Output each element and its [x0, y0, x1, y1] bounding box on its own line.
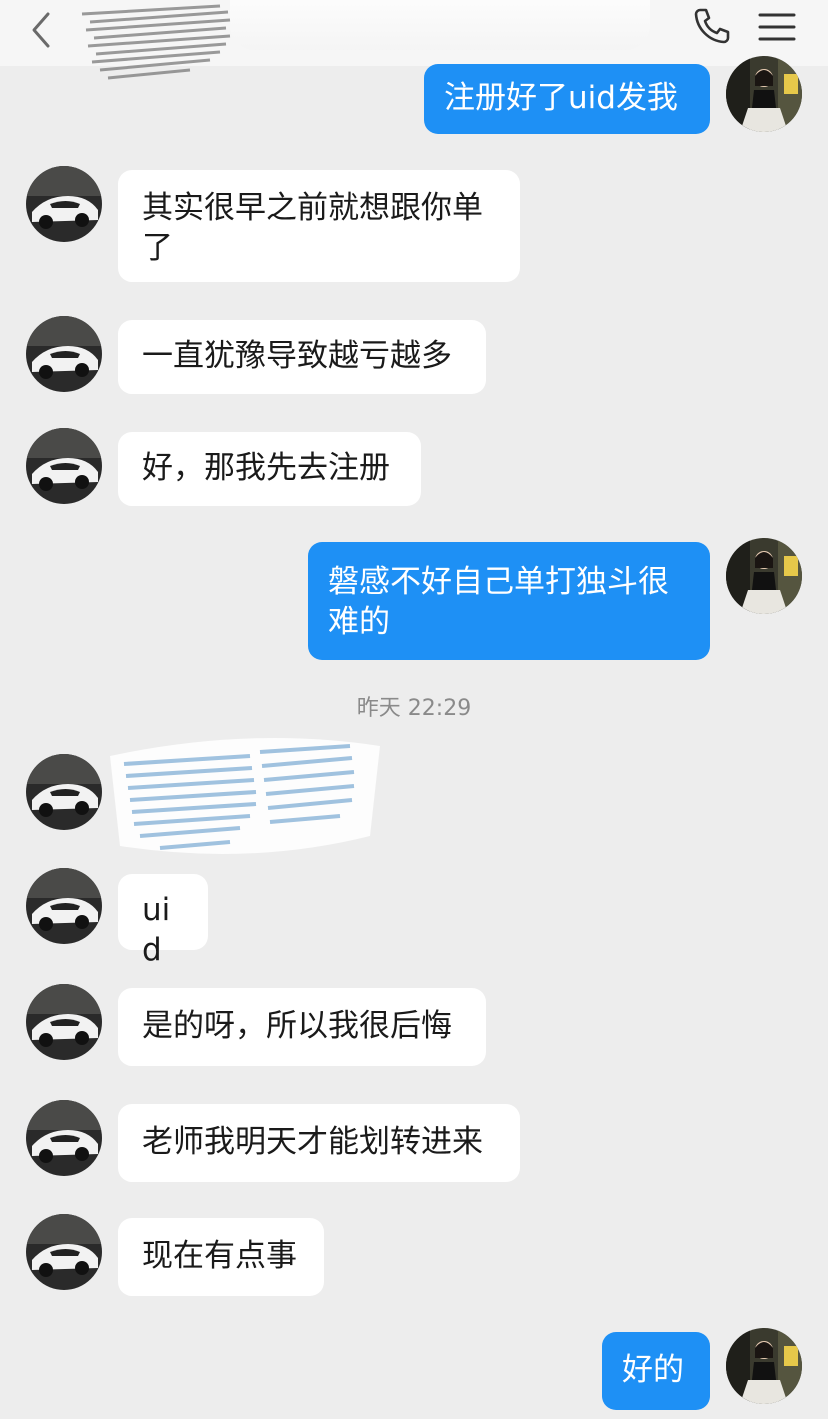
my-avatar[interactable]	[726, 1328, 802, 1404]
contact-avatar[interactable]	[26, 1214, 102, 1290]
message-bubble-outgoing: 注册好了uid发我	[424, 64, 710, 134]
woman-portrait-icon	[726, 56, 802, 132]
message-bubble-incoming: uid	[118, 874, 208, 968]
menu-button[interactable]	[756, 10, 798, 44]
car-avatar-icon	[26, 868, 102, 944]
message-bubble-incoming: 一直犹豫导致越亏越多	[118, 320, 486, 394]
my-avatar[interactable]	[726, 56, 802, 132]
message-bubble-outgoing: 好的	[602, 1332, 710, 1410]
woman-portrait-icon	[726, 1328, 802, 1404]
message-bubble-incoming: 好，那我先去注册	[118, 432, 421, 506]
chevron-left-icon	[32, 12, 50, 48]
car-avatar-icon	[26, 1214, 102, 1290]
contact-avatar[interactable]	[26, 316, 102, 392]
message-bubble-incoming: 其实很早之前就想跟你单了	[118, 170, 520, 282]
message-bubble-incoming: 是的呀，所以我很后悔	[118, 988, 486, 1066]
car-avatar-icon	[26, 316, 102, 392]
message-bubble-incoming: 现在有点事	[118, 1218, 324, 1296]
contact-name-area	[230, 0, 650, 50]
car-avatar-icon	[26, 428, 102, 504]
contact-avatar[interactable]	[26, 868, 102, 944]
car-avatar-icon	[26, 1100, 102, 1176]
car-avatar-icon	[26, 754, 102, 830]
back-button[interactable]	[26, 6, 62, 50]
call-button[interactable]	[692, 6, 732, 46]
redaction-scribble	[81, 4, 231, 80]
contact-avatar[interactable]	[26, 984, 102, 1060]
contact-avatar[interactable]	[26, 754, 102, 830]
car-avatar-icon	[26, 166, 102, 242]
phone-icon	[694, 8, 730, 44]
contact-avatar[interactable]	[26, 1100, 102, 1176]
contact-avatar[interactable]	[26, 428, 102, 504]
hamburger-menu-icon	[758, 13, 796, 41]
contact-avatar[interactable]	[26, 166, 102, 242]
message-bubble-outgoing: 磐感不好自己单打独斗很难的	[308, 542, 710, 660]
woman-portrait-icon	[726, 538, 802, 614]
message-bubble-incoming: 老师我明天才能划转进来	[118, 1104, 520, 1182]
my-avatar[interactable]	[726, 538, 802, 614]
redaction-scribble	[110, 738, 380, 854]
car-avatar-icon	[26, 984, 102, 1060]
